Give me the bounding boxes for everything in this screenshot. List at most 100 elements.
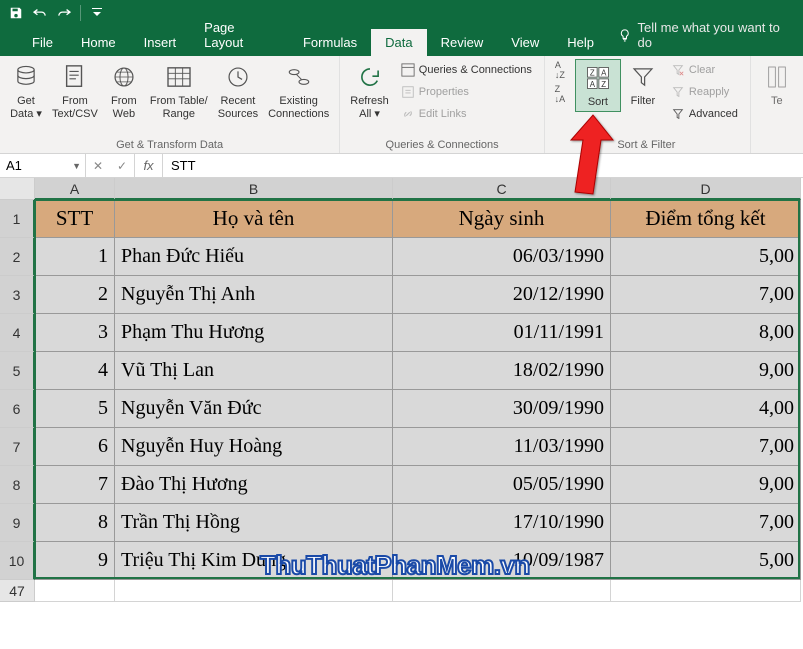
data-cell[interactable]: Phạm Thu Hương: [115, 314, 393, 352]
text-to-columns-button[interactable]: Te: [757, 59, 797, 110]
advanced-filter-button[interactable]: Advanced: [665, 103, 744, 125]
data-cell[interactable]: 8,00: [611, 314, 801, 352]
data-cell[interactable]: 05/05/1990: [393, 466, 611, 504]
cancel-formula-button[interactable]: ✕: [86, 159, 110, 173]
data-cell[interactable]: 4,00: [611, 390, 801, 428]
tell-me-search[interactable]: Tell me what you want to do: [608, 14, 803, 56]
col-header-C[interactable]: C: [393, 178, 611, 200]
redo-icon[interactable]: [54, 3, 74, 23]
col-header-B[interactable]: B: [115, 178, 393, 200]
data-cell[interactable]: 5: [35, 390, 115, 428]
data-cell[interactable]: Nguyễn Văn Đức: [115, 390, 393, 428]
tab-review[interactable]: Review: [427, 29, 498, 56]
data-cell[interactable]: 3: [35, 314, 115, 352]
data-cell[interactable]: Trần Thị Hồng: [115, 504, 393, 542]
data-cell[interactable]: 5,00: [611, 542, 801, 580]
data-cell[interactable]: Vũ Thị Lan: [115, 352, 393, 390]
btn-label: Reapply: [689, 86, 729, 98]
chevron-down-icon[interactable]: ▼: [72, 161, 81, 171]
empty-cell[interactable]: [115, 580, 393, 602]
tab-view[interactable]: View: [497, 29, 553, 56]
row-header[interactable]: 4: [0, 314, 35, 352]
sort-desc-button[interactable]: Z↓A: [549, 83, 571, 105]
data-cell[interactable]: 01/11/1991: [393, 314, 611, 352]
get-data-button[interactable]: Get Data ▾: [6, 59, 46, 122]
row-header[interactable]: 9: [0, 504, 35, 542]
tab-home[interactable]: Home: [67, 29, 130, 56]
row-header[interactable]: 1: [0, 200, 35, 238]
data-cell[interactable]: 2: [35, 276, 115, 314]
data-cell[interactable]: 8: [35, 504, 115, 542]
data-cell[interactable]: 7: [35, 466, 115, 504]
enter-formula-button[interactable]: ✓: [110, 159, 134, 173]
group-queries-connections: Refresh All ▾ Queries & Connections Prop…: [340, 56, 545, 153]
row-header[interactable]: 7: [0, 428, 35, 466]
col-header-A[interactable]: A: [35, 178, 115, 200]
data-cell[interactable]: 4: [35, 352, 115, 390]
data-cell[interactable]: 30/09/1990: [393, 390, 611, 428]
queries-connections-button[interactable]: Queries & Connections: [395, 59, 538, 81]
tab-formulas[interactable]: Formulas: [289, 29, 371, 56]
data-cell[interactable]: 20/12/1990: [393, 276, 611, 314]
formula-input[interactable]: STT: [163, 154, 803, 177]
connections-icon: [283, 61, 315, 93]
row-header[interactable]: 10: [0, 542, 35, 580]
data-cell[interactable]: 18/02/1990: [393, 352, 611, 390]
tab-help[interactable]: Help: [553, 29, 608, 56]
undo-icon[interactable]: [30, 3, 50, 23]
row-header[interactable]: 3: [0, 276, 35, 314]
customize-qat-icon[interactable]: [87, 3, 107, 23]
select-all-corner[interactable]: [0, 178, 35, 200]
row-header[interactable]: 47: [0, 580, 35, 602]
tab-insert[interactable]: Insert: [130, 29, 191, 56]
tab-page-layout[interactable]: Page Layout: [190, 14, 289, 56]
data-cell[interactable]: Phan Đức Hiếu: [115, 238, 393, 276]
data-cell[interactable]: 9,00: [611, 352, 801, 390]
header-cell[interactable]: STT: [35, 200, 115, 238]
data-cell[interactable]: 7,00: [611, 504, 801, 542]
data-cell[interactable]: 6: [35, 428, 115, 466]
data-cell[interactable]: Nguyễn Thị Anh: [115, 276, 393, 314]
row-header[interactable]: 8: [0, 466, 35, 504]
data-cell[interactable]: Đào Thị Hương: [115, 466, 393, 504]
data-cell[interactable]: Triệu Thị Kim Dung: [115, 542, 393, 580]
save-icon[interactable]: [6, 3, 26, 23]
filter-button[interactable]: Filter: [623, 59, 663, 110]
from-web-button[interactable]: From Web: [104, 59, 144, 122]
header-cell[interactable]: Điểm tổng kết: [611, 200, 801, 238]
sort-asc-button[interactable]: A↓Z: [549, 59, 571, 81]
header-cell[interactable]: Ngày sinh: [393, 200, 611, 238]
col-header-D[interactable]: D: [611, 178, 801, 200]
empty-cell[interactable]: [35, 580, 115, 602]
data-cell[interactable]: 1: [35, 238, 115, 276]
name-box[interactable]: A1 ▼: [0, 154, 86, 177]
data-cell[interactable]: 11/03/1990: [393, 428, 611, 466]
from-table-range-button[interactable]: From Table/ Range: [146, 59, 212, 122]
reapply-button: Reapply: [665, 81, 744, 103]
row-header[interactable]: 6: [0, 390, 35, 428]
row-header[interactable]: 5: [0, 352, 35, 390]
data-cell[interactable]: Nguyễn Huy Hoàng: [115, 428, 393, 466]
from-text-csv-button[interactable]: From Text/CSV: [48, 59, 102, 122]
btn-label: From Web: [111, 95, 137, 120]
recent-sources-button[interactable]: Recent Sources: [214, 59, 262, 122]
data-cell[interactable]: 17/10/1990: [393, 504, 611, 542]
btn-label: Refresh All ▾: [350, 95, 389, 120]
row-header[interactable]: 2: [0, 238, 35, 276]
data-cell[interactable]: 10/09/1987: [393, 542, 611, 580]
sort-button[interactable]: ZAAZ Sort: [575, 59, 621, 112]
data-cell[interactable]: 7,00: [611, 428, 801, 466]
header-cell[interactable]: Họ và tên: [115, 200, 393, 238]
data-cell[interactable]: 9: [35, 542, 115, 580]
refresh-all-button[interactable]: Refresh All ▾: [346, 59, 393, 122]
existing-connections-button[interactable]: Existing Connections: [264, 59, 333, 122]
tab-data[interactable]: Data: [371, 29, 426, 56]
tab-file[interactable]: File: [18, 29, 67, 56]
data-cell[interactable]: 7,00: [611, 276, 801, 314]
empty-cell[interactable]: [611, 580, 801, 602]
fx-icon[interactable]: fx: [135, 154, 163, 177]
empty-cell[interactable]: [393, 580, 611, 602]
data-cell[interactable]: 9,00: [611, 466, 801, 504]
data-cell[interactable]: 06/03/1990: [393, 238, 611, 276]
data-cell[interactable]: 5,00: [611, 238, 801, 276]
